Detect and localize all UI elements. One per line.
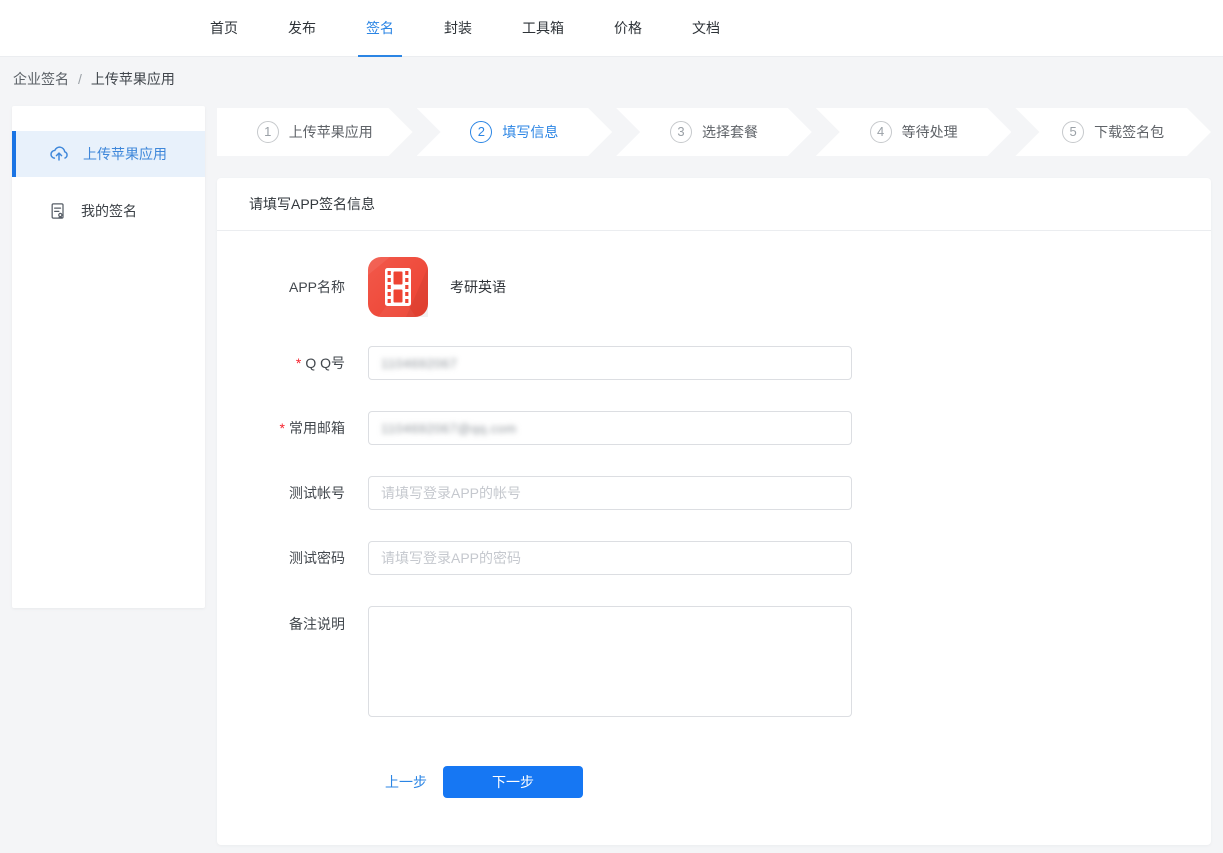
sidebar-item-label: 上传苹果应用 <box>83 144 167 164</box>
step-number: 3 <box>670 121 692 143</box>
step-number: 5 <box>1062 121 1084 143</box>
form-actions: 上一步 下一步 <box>217 766 1211 798</box>
test-password-label: 测试密码 <box>217 548 345 568</box>
email-redacted-value: 1104692067@qq.com <box>381 421 517 436</box>
test-account-label: 测试帐号 <box>217 483 345 503</box>
sidebar-item-label: 我的签名 <box>81 201 137 221</box>
remarks-label: 备注说明 <box>217 606 345 634</box>
sidebar: 上传苹果应用 我的签名 <box>12 106 205 608</box>
qq-redacted-value: 1104692067 <box>381 356 457 371</box>
breadcrumb-current: 上传苹果应用 <box>91 69 175 89</box>
app-name-label: APP名称 <box>217 277 345 297</box>
signature-doc-icon <box>48 201 68 221</box>
main-nav: 首页 发布 签名 封装 工具箱 价格 文档 <box>202 0 728 57</box>
nav-item-publish[interactable]: 发布 <box>280 0 324 57</box>
test-account-input[interactable] <box>368 476 852 510</box>
nav-item-home[interactable]: 首页 <box>202 0 246 57</box>
step-2-fill-info: 2 填写信息 <box>417 108 613 156</box>
nav-item-sign[interactable]: 签名 <box>358 0 402 57</box>
qq-input[interactable]: 1104692067 <box>368 346 852 380</box>
sign-info-panel: 请填写APP签名信息 APP名称 <box>217 178 1211 845</box>
remarks-textarea[interactable] <box>368 606 852 717</box>
nav-item-docs[interactable]: 文档 <box>684 0 728 57</box>
breadcrumb-parent[interactable]: 企业签名 <box>13 69 69 89</box>
step-number: 2 <box>470 121 492 143</box>
form-row-app-name: APP名称 <box>217 257 1211 317</box>
sidebar-item-upload-ios-app[interactable]: 上传苹果应用 <box>12 131 205 177</box>
email-input[interactable]: 1104692067@qq.com <box>368 411 852 445</box>
step-label: 上传苹果应用 <box>289 122 373 142</box>
step-label: 等待处理 <box>902 122 958 142</box>
test-password-input[interactable] <box>368 541 852 575</box>
next-step-button[interactable]: 下一步 <box>443 766 583 798</box>
step-label: 填写信息 <box>502 122 558 142</box>
required-marker: * <box>296 355 301 371</box>
form-row-test-account: 测试帐号 <box>217 476 1211 510</box>
step-number: 1 <box>257 121 279 143</box>
breadcrumb: 企业签名 / 上传苹果应用 <box>0 57 1223 100</box>
sidebar-item-my-signatures[interactable]: 我的签名 <box>12 188 205 234</box>
nav-item-package[interactable]: 封装 <box>436 0 480 57</box>
form-row-email: *常用邮箱 1104692067@qq.com <box>217 411 1211 445</box>
step-label: 选择套餐 <box>702 122 758 142</box>
nav-item-toolbox[interactable]: 工具箱 <box>514 0 572 57</box>
step-1-upload-app: 1 上传苹果应用 <box>217 108 413 156</box>
panel-title: 请填写APP签名信息 <box>217 178 1211 231</box>
app-name-value: 考研英语 <box>450 277 506 297</box>
film-app-icon <box>368 257 428 317</box>
step-5-download-package: 5 下载签名包 <box>1015 108 1211 156</box>
step-number: 4 <box>870 121 892 143</box>
sign-info-form: APP名称 <box>217 231 1211 798</box>
step-wizard: 1 上传苹果应用 2 填写信息 3 选择套餐 4 等待处理 5 下载签名包 <box>217 108 1211 156</box>
breadcrumb-separator: / <box>78 71 82 87</box>
qq-label: *Q Q号 <box>217 353 345 373</box>
top-header: 首页 发布 签名 封装 工具箱 价格 文档 <box>0 0 1223 57</box>
form-row-qq: *Q Q号 1104692067 <box>217 346 1211 380</box>
previous-step-link[interactable]: 上一步 <box>385 772 427 792</box>
step-3-choose-plan: 3 选择套餐 <box>616 108 812 156</box>
form-row-remarks: 备注说明 <box>217 606 1211 722</box>
nav-item-price[interactable]: 价格 <box>606 0 650 57</box>
cloud-upload-icon <box>48 143 70 165</box>
required-marker: * <box>280 420 285 436</box>
email-label: *常用邮箱 <box>217 418 345 438</box>
step-label: 下载签名包 <box>1094 122 1164 142</box>
form-row-test-password: 测试密码 <box>217 541 1211 575</box>
step-4-wait-processing: 4 等待处理 <box>816 108 1012 156</box>
